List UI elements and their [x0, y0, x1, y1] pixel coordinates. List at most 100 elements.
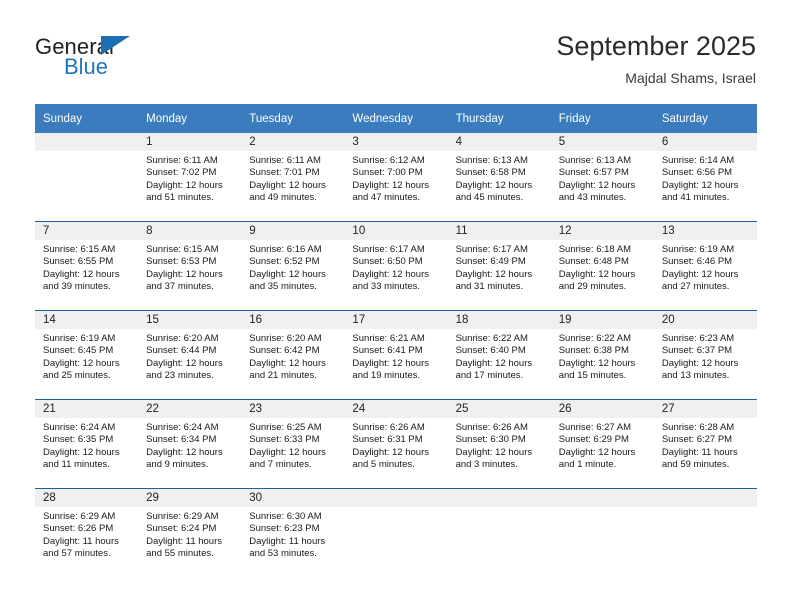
daylight-text-line1: Daylight: 11 hours	[43, 535, 119, 547]
calendar-day-cell[interactable]: 6 Sunrise: 6:14 AM Sunset: 6:56 PM Dayli…	[653, 133, 757, 222]
calendar-day-cell[interactable]	[447, 488, 551, 577]
sunset-text: Sunset: 6:42 PM	[249, 345, 320, 357]
day-number: 13	[653, 222, 757, 240]
calendar-day-cell[interactable]: 30 Sunrise: 6:30 AM Sunset: 6:23 PM Dayl…	[241, 488, 345, 577]
day-details: Sunrise: 6:15 AM Sunset: 6:55 PM Dayligh…	[35, 240, 138, 294]
day-number: 30	[241, 489, 345, 507]
daylight-text-line1: Daylight: 12 hours	[43, 446, 120, 458]
calendar-day-cell[interactable]: 17 Sunrise: 6:21 AM Sunset: 6:41 PM Dayl…	[344, 310, 448, 400]
calendar-day-cell[interactable]: 19 Sunrise: 6:22 AM Sunset: 6:38 PM Dayl…	[550, 310, 654, 400]
calendar-day-cell[interactable]: 28 Sunrise: 6:29 AM Sunset: 6:26 PM Dayl…	[35, 488, 139, 577]
sunrise-text: Sunrise: 6:21 AM	[352, 333, 425, 344]
daylight-text-line2: and 33 minutes.	[352, 281, 421, 293]
calendar-day-cell[interactable]	[344, 488, 448, 577]
calendar-day-cell[interactable]: 25 Sunrise: 6:26 AM Sunset: 6:30 PM Dayl…	[447, 399, 551, 489]
day-details: Sunrise: 6:29 AM Sunset: 6:26 PM Dayligh…	[35, 507, 138, 561]
sunrise-text: Sunrise: 6:20 AM	[249, 333, 322, 344]
sunset-text: Sunset: 6:57 PM	[558, 167, 629, 179]
daylight-text-line1: Daylight: 12 hours	[146, 268, 223, 280]
day-details: Sunrise: 6:15 AM Sunset: 6:53 PM Dayligh…	[138, 240, 241, 294]
weekday-header-sunday: Sunday	[35, 104, 139, 133]
sunset-text: Sunset: 6:30 PM	[455, 434, 526, 446]
day-number: 10	[344, 222, 448, 240]
calendar-day-cell[interactable]: 22 Sunrise: 6:24 AM Sunset: 6:34 PM Dayl…	[138, 399, 242, 489]
day-details: Sunrise: 6:11 AM Sunset: 7:02 PM Dayligh…	[138, 151, 241, 205]
daylight-text-line2: and 39 minutes.	[43, 281, 111, 293]
calendar-week-row: 21 Sunrise: 6:24 AM Sunset: 6:35 PM Dayl…	[35, 399, 757, 489]
day-details: Sunrise: 6:19 AM Sunset: 6:46 PM Dayligh…	[654, 240, 757, 294]
daylight-text-line1: Daylight: 12 hours	[352, 268, 429, 280]
weekday-header-wednesday: Wednesday	[344, 104, 448, 133]
daylight-text-line1: Daylight: 12 hours	[558, 179, 636, 191]
calendar-day-cell[interactable]: 15 Sunrise: 6:20 AM Sunset: 6:44 PM Dayl…	[138, 310, 242, 400]
calendar-day-cell[interactable]	[653, 488, 757, 577]
sunrise-text: Sunrise: 6:19 AM	[43, 333, 116, 344]
calendar-day-cell[interactable]: 18 Sunrise: 6:22 AM Sunset: 6:40 PM Dayl…	[447, 310, 551, 400]
day-number	[344, 489, 448, 507]
day-details: Sunrise: 6:30 AM Sunset: 6:23 PM Dayligh…	[241, 507, 344, 561]
sunset-text: Sunset: 6:29 PM	[558, 434, 629, 446]
day-details: Sunrise: 6:13 AM Sunset: 6:58 PM Dayligh…	[448, 151, 551, 205]
daylight-text-line2: and 59 minutes.	[661, 459, 730, 471]
day-number: 9	[241, 222, 345, 240]
page-subtitle: Majdal Shams, Israel	[625, 70, 756, 86]
sunrise-text: Sunrise: 6:24 AM	[146, 422, 219, 433]
daylight-text-line1: Daylight: 12 hours	[455, 446, 533, 458]
calendar-day-cell[interactable]: 21 Sunrise: 6:24 AM Sunset: 6:35 PM Dayl…	[35, 399, 139, 489]
sunset-text: Sunset: 6:31 PM	[352, 434, 423, 446]
day-details	[654, 507, 757, 511]
calendar-day-cell[interactable]: 8 Sunrise: 6:15 AM Sunset: 6:53 PM Dayli…	[138, 221, 242, 311]
calendar-day-cell[interactable]: 26 Sunrise: 6:27 AM Sunset: 6:29 PM Dayl…	[550, 399, 654, 489]
sunset-text: Sunset: 6:40 PM	[455, 345, 526, 357]
daylight-text-line1: Daylight: 12 hours	[455, 268, 533, 280]
calendar-day-cell[interactable]	[35, 133, 139, 222]
calendar-day-cell[interactable]: 11 Sunrise: 6:17 AM Sunset: 6:49 PM Dayl…	[447, 221, 551, 311]
day-number: 29	[138, 489, 242, 507]
calendar-week-row: 28 Sunrise: 6:29 AM Sunset: 6:26 PM Dayl…	[35, 488, 757, 577]
calendar-day-cell[interactable]: 10 Sunrise: 6:17 AM Sunset: 6:50 PM Dayl…	[344, 221, 448, 311]
daylight-text-line1: Daylight: 12 hours	[661, 268, 739, 280]
calendar-day-cell[interactable]: 12 Sunrise: 6:18 AM Sunset: 6:48 PM Dayl…	[550, 221, 654, 311]
calendar-day-cell[interactable]: 13 Sunrise: 6:19 AM Sunset: 6:46 PM Dayl…	[653, 221, 757, 311]
sunset-text: Sunset: 7:01 PM	[249, 167, 320, 179]
sunrise-text: Sunrise: 6:18 AM	[558, 244, 632, 255]
sunset-text: Sunset: 6:55 PM	[43, 256, 114, 268]
calendar-day-cell[interactable]: 4 Sunrise: 6:13 AM Sunset: 6:58 PM Dayli…	[447, 133, 551, 222]
calendar-day-cell[interactable]: 7 Sunrise: 6:15 AM Sunset: 6:55 PM Dayli…	[35, 221, 139, 311]
day-number: 12	[550, 222, 654, 240]
daylight-text-line2: and 27 minutes.	[661, 281, 730, 293]
calendar-day-cell[interactable]: 23 Sunrise: 6:25 AM Sunset: 6:33 PM Dayl…	[241, 399, 345, 489]
daylight-text-line2: and 55 minutes.	[146, 548, 214, 560]
sunrise-text: Sunrise: 6:11 AM	[249, 155, 321, 166]
day-details	[448, 507, 551, 511]
calendar-day-cell[interactable]: 29 Sunrise: 6:29 AM Sunset: 6:24 PM Dayl…	[138, 488, 242, 577]
calendar-day-cell[interactable]: 14 Sunrise: 6:19 AM Sunset: 6:45 PM Dayl…	[35, 310, 139, 400]
daylight-text-line2: and 7 minutes.	[249, 459, 312, 471]
sunset-text: Sunset: 6:26 PM	[43, 523, 114, 535]
day-number: 7	[35, 222, 139, 240]
calendar-day-cell[interactable]: 5 Sunrise: 6:13 AM Sunset: 6:57 PM Dayli…	[550, 133, 654, 222]
daylight-text-line1: Daylight: 12 hours	[43, 357, 120, 369]
calendar-day-cell[interactable]	[550, 488, 654, 577]
sunrise-text: Sunrise: 6:26 AM	[455, 422, 528, 433]
daylight-text-line2: and 11 minutes.	[43, 459, 110, 471]
day-number: 26	[550, 400, 654, 418]
calendar-day-cell[interactable]: 20 Sunrise: 6:23 AM Sunset: 6:37 PM Dayl…	[653, 310, 757, 400]
sunset-text: Sunset: 6:23 PM	[249, 523, 320, 535]
calendar-day-cell[interactable]: 1 Sunrise: 6:11 AM Sunset: 7:02 PM Dayli…	[138, 133, 242, 222]
calendar-day-cell[interactable]: 27 Sunrise: 6:28 AM Sunset: 6:27 PM Dayl…	[653, 399, 757, 489]
calendar-day-cell[interactable]: 24 Sunrise: 6:26 AM Sunset: 6:31 PM Dayl…	[344, 399, 448, 489]
calendar-day-cell[interactable]: 3 Sunrise: 6:12 AM Sunset: 7:00 PM Dayli…	[344, 133, 448, 222]
calendar-day-cell[interactable]: 9 Sunrise: 6:16 AM Sunset: 6:52 PM Dayli…	[241, 221, 345, 311]
weekday-header-friday: Friday	[550, 104, 654, 133]
calendar-day-cell[interactable]: 16 Sunrise: 6:20 AM Sunset: 6:42 PM Dayl…	[241, 310, 345, 400]
calendar-day-cell[interactable]: 2 Sunrise: 6:11 AM Sunset: 7:01 PM Dayli…	[241, 133, 345, 222]
day-details: Sunrise: 6:27 AM Sunset: 6:29 PM Dayligh…	[551, 418, 654, 472]
brand-logo[interactable]: General Blue	[35, 34, 245, 82]
day-details: Sunrise: 6:29 AM Sunset: 6:24 PM Dayligh…	[138, 507, 241, 561]
sunset-text: Sunset: 6:48 PM	[558, 256, 629, 268]
sunrise-text: Sunrise: 6:29 AM	[146, 511, 219, 522]
day-details: Sunrise: 6:25 AM Sunset: 6:33 PM Dayligh…	[241, 418, 344, 472]
weekday-header-tuesday: Tuesday	[241, 104, 345, 133]
sunrise-text: Sunrise: 6:15 AM	[43, 244, 116, 255]
